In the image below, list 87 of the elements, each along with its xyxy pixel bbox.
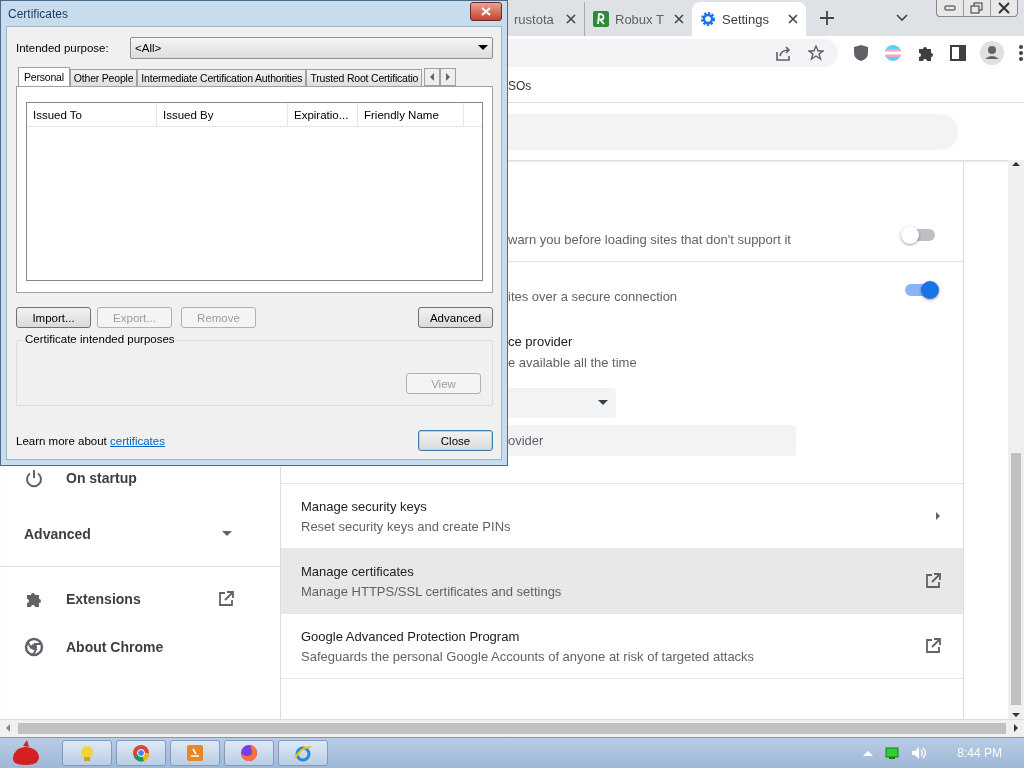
caret-down-icon [598, 400, 608, 406]
external-link-icon [925, 638, 941, 654]
caret-right-icon [935, 511, 941, 521]
section-heading[interactable]: Advanced [24, 526, 222, 542]
site-icon [593, 11, 609, 27]
bookmark[interactable]: SOs [506, 79, 532, 93]
row-subtitle: Manage HTTPS/SSL certificates and settings [301, 583, 563, 599]
setting-title: ce provider [508, 334, 574, 349]
star-icon[interactable] [808, 45, 824, 61]
column-header[interactable]: Expiratio... [288, 103, 358, 126]
sidebar-item[interactable]: On startup [0, 454, 280, 502]
scrollbar-thumb[interactable] [18, 722, 1006, 734]
tab-title: Robux T [615, 11, 665, 27]
window-title: Certificates [8, 6, 70, 21]
dialog-button[interactable]: Import... [16, 307, 91, 328]
power-icon [24, 468, 44, 488]
tricolor-circle-icon [132, 743, 150, 762]
setting-description: ites over a secure connection [508, 289, 679, 304]
tab-title: Settings [722, 11, 770, 27]
column-header[interactable]: Issued To [27, 103, 157, 126]
scrollbar-thumb[interactable] [1011, 453, 1021, 706]
close-dialog-button[interactable]: Close [418, 430, 493, 451]
taskbar-button[interactable] [116, 739, 166, 766]
dialog-tab[interactable]: Intermediate Certification Authorities [137, 69, 307, 86]
bulb-icon [78, 743, 96, 762]
shield-icon[interactable] [852, 44, 870, 62]
advanced-button[interactable]: Advanced [418, 307, 493, 328]
sidebar-item[interactable]: Extensions [0, 575, 280, 623]
scroll-right-icon[interactable] [444, 72, 453, 82]
scroll-left-icon[interactable] [428, 72, 437, 82]
share-icon[interactable] [774, 44, 792, 62]
certificate-list[interactable]: Issued To Issued By Expiratio... Friendly Name [26, 102, 483, 281]
restore-button[interactable] [968, 1, 986, 15]
dialog-tab[interactable]: Personal [18, 67, 70, 86]
close-button[interactable] [995, 1, 1013, 15]
avatar-icon[interactable] [980, 41, 1004, 65]
setting-description: warn you before loading sites that don't support it [508, 232, 792, 247]
field-label: Intended purpose: [16, 42, 110, 54]
browser-tab[interactable]: rustota [506, 2, 584, 36]
search-field[interactable] [506, 113, 958, 150]
close-icon [481, 7, 491, 16]
caret-down-icon [222, 531, 232, 537]
side-panel-icon[interactable] [950, 45, 966, 61]
close-button[interactable] [470, 2, 502, 21]
column-header[interactable]: Issued By [157, 103, 288, 126]
certificates-link[interactable]: certificates [110, 434, 165, 447]
chevron-down-icon[interactable] [896, 14, 908, 22]
plus-icon[interactable] [820, 11, 834, 25]
close-icon[interactable] [788, 14, 798, 24]
group-title: Certificate intended purposes [23, 333, 177, 345]
sidebar-item[interactable]: About Chrome [0, 623, 280, 671]
dialog-tab[interactable]: Trusted Root Certificatio [306, 69, 423, 86]
tab-title: rustota [514, 11, 555, 27]
scroll-up-icon[interactable] [1012, 160, 1020, 168]
settings-row[interactable]: Manage certificates Manage HTTPS/SSL certificates and settings [281, 549, 963, 614]
taskbar-button[interactable] [224, 739, 274, 766]
close-icon[interactable] [566, 14, 576, 24]
scroll-left-icon[interactable] [4, 724, 12, 733]
row-title: Manage certificates [301, 563, 415, 579]
setting-description: e available all the time [508, 355, 638, 370]
tricolor-circle-icon [24, 637, 44, 657]
vertical-scrollbar[interactable] [1008, 160, 1024, 720]
provider-field[interactable]: ovider [508, 425, 796, 456]
external-link-icon [218, 591, 234, 607]
gear-icon [700, 11, 716, 27]
row-subtitle: Reset security keys and create PINs [301, 518, 512, 534]
network-icon[interactable] [885, 746, 900, 759]
ring-icon [294, 743, 312, 762]
taskbar-button[interactable] [278, 739, 328, 766]
browser-tab[interactable]: Settings [692, 2, 806, 36]
footer-text: Learn more about certificates [16, 434, 166, 447]
external-link-icon [925, 573, 941, 589]
close-icon[interactable] [674, 14, 684, 24]
row-title: Manage security keys [301, 498, 428, 514]
dialog-tab[interactable]: Other People [69, 69, 138, 86]
horizontal-scrollbar[interactable] [0, 719, 1024, 737]
settings-row[interactable]: Google Advanced Protection Program Safeguards the personal Google Accounts of anyone at risk of targeted attacks [281, 614, 963, 679]
caret-down-icon [478, 45, 488, 51]
scroll-down-icon[interactable] [1012, 711, 1020, 720]
menu-icon[interactable] [1018, 44, 1024, 62]
browser-tab[interactable]: Robux T [584, 2, 692, 36]
column-header[interactable]: Friendly Name [358, 103, 464, 126]
row-subtitle: Safeguards the personal Google Accounts of anyone at risk of targeted attacks [301, 648, 756, 664]
row-title: Google Advanced Protection Program [301, 628, 521, 644]
app-icon [186, 743, 204, 762]
scroll-right-icon[interactable] [1012, 724, 1020, 733]
purpose-dropdown[interactable]: <All> [130, 37, 493, 59]
